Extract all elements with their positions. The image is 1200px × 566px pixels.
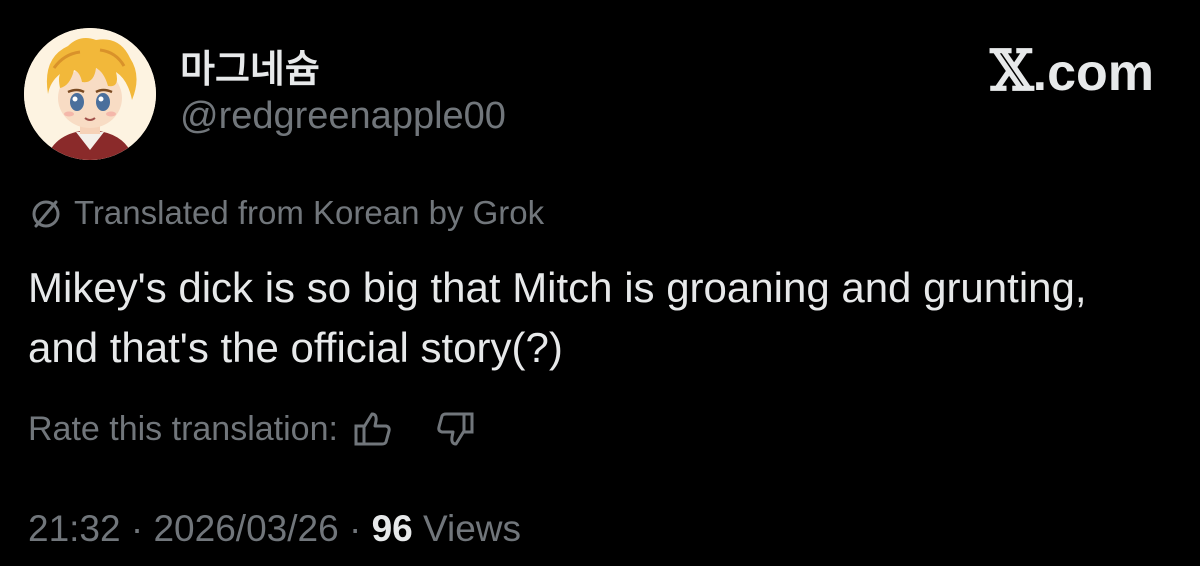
views-label: Views bbox=[412, 508, 522, 549]
separator: · bbox=[120, 508, 154, 549]
thumbs-up-icon[interactable] bbox=[352, 408, 394, 450]
tweet-meta: 21:32 · 2026/03/26 · 96 Views bbox=[28, 508, 521, 550]
rate-translation-label: Rate this translation: bbox=[28, 409, 338, 448]
translation-notice-text: Translated from Korean by Grok bbox=[74, 194, 545, 231]
avatar-image bbox=[24, 28, 156, 160]
brand-suffix: .com bbox=[1032, 44, 1154, 102]
rate-translation: Rate this translation: bbox=[28, 408, 476, 450]
tweet-text: Mikey's dick is so big that Mitch is gro… bbox=[28, 264, 1087, 371]
translation-notice: Translated from Korean by Grok bbox=[28, 194, 544, 232]
x-com-logo: 𝕏 .com bbox=[990, 38, 1154, 104]
author-handle[interactable]: @redgreenapple00 bbox=[180, 95, 506, 138]
separator: · bbox=[338, 508, 372, 549]
tweet-date[interactable]: 2026/03/26 bbox=[153, 508, 338, 549]
thumbs-down-icon[interactable] bbox=[434, 408, 476, 450]
author-display-name[interactable]: 마그네슘 bbox=[180, 38, 320, 93]
avatar[interactable] bbox=[24, 28, 156, 160]
tweet-time[interactable]: 21:32 bbox=[28, 508, 121, 549]
views-count: 96 bbox=[371, 508, 413, 549]
translate-icon bbox=[32, 200, 60, 228]
x-logo-icon: 𝕏 bbox=[990, 38, 1033, 104]
